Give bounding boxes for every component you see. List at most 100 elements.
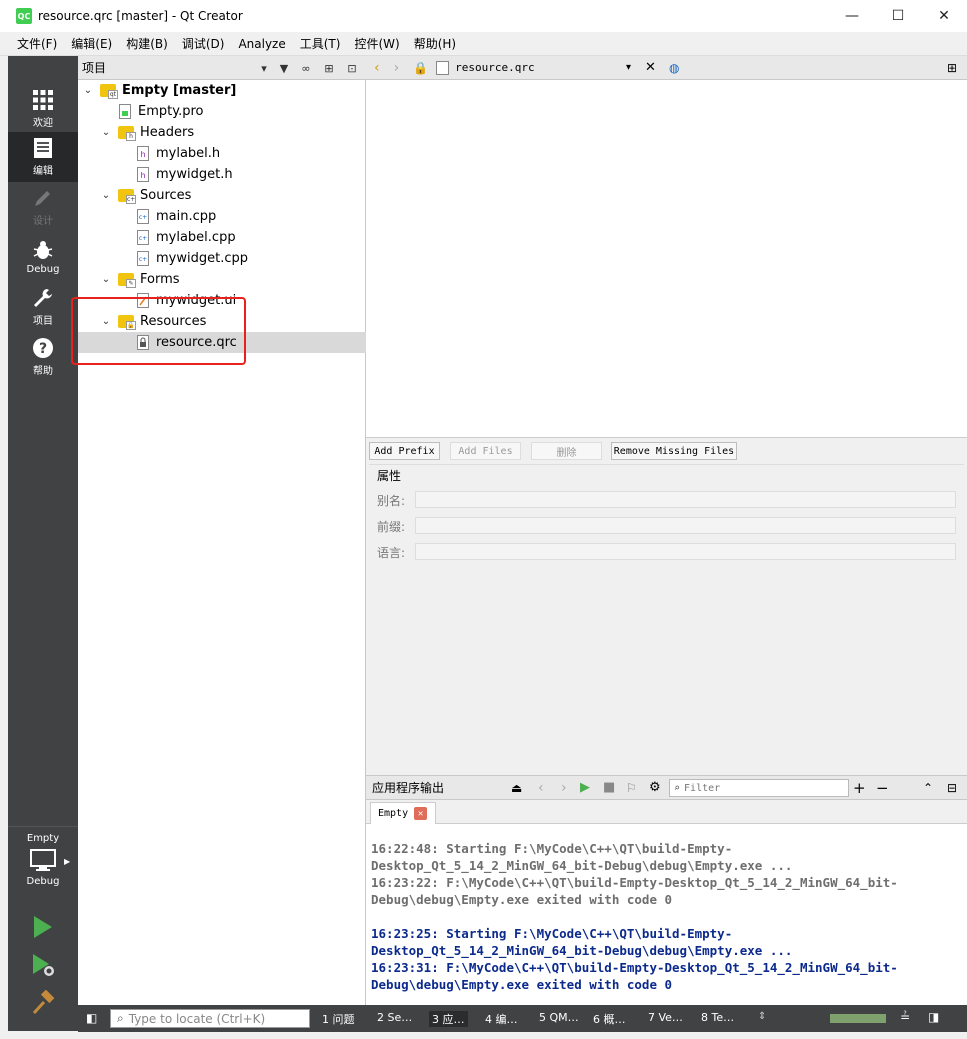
menu-help[interactable]: 帮助(H) (407, 32, 463, 56)
maximize-button[interactable]: ☐ (875, 0, 921, 32)
close-button[interactable]: ✕ (921, 0, 967, 32)
expand-arrow-icon[interactable]: ⌄ (82, 85, 94, 97)
progress-details-icon[interactable]: ≟ (900, 1010, 910, 1024)
document-icon (34, 138, 52, 158)
add-prefix-button[interactable]: Add Prefix (369, 442, 440, 460)
mode-design[interactable]: 设计 (8, 182, 78, 232)
status-tab-test[interactable]: 8 Te… (701, 1011, 734, 1024)
alias-field[interactable] (415, 491, 956, 508)
output-tab-empty[interactable]: Empty ✕ (370, 802, 436, 824)
toggle-sidebar-icon[interactable]: ◧ (86, 1011, 97, 1025)
tree-item-file[interactable]: mywidget.ui (78, 290, 366, 311)
tree-item-project[interactable]: ⌄ qt Empty [master] (78, 80, 366, 101)
stop-icon[interactable]: ■ (603, 780, 615, 795)
qrc-file-icon (136, 335, 150, 350)
tree-item-file[interactable]: c+ mywidget.cpp (78, 248, 366, 269)
document-selector[interactable]: resource.qrc (455, 61, 534, 74)
attach-icon[interactable]: ⏏ (511, 781, 522, 795)
add-files-button[interactable]: Add Files (450, 442, 521, 460)
mode-help[interactable]: ? 帮助 (8, 332, 78, 382)
mode-debug[interactable]: Debug (8, 232, 78, 282)
zoom-in-icon[interactable]: + (853, 779, 866, 797)
maximize-pane-icon[interactable]: ⌃ (923, 781, 933, 795)
link-icon[interactable]: ∞ (298, 60, 314, 76)
menu-file[interactable]: 文件(F) (10, 32, 64, 56)
tree-item-file[interactable]: h mylabel.h (78, 143, 366, 164)
language-field[interactable] (415, 543, 956, 560)
status-tab-qml[interactable]: 5 QM… (539, 1011, 579, 1024)
expand-arrow-icon[interactable]: ⌄ (100, 190, 112, 202)
more-tabs-icon[interactable]: ⇕ (758, 1011, 766, 1022)
menu-tools[interactable]: 工具(T) (293, 32, 348, 56)
locator-input[interactable]: ⌕ Type to locate (Ctrl+K) (110, 1009, 310, 1028)
output-filter-input[interactable]: ⌕ Filter (669, 779, 849, 797)
attach-debugger-icon[interactable]: ⚐ (626, 781, 637, 795)
close-tab-icon[interactable]: ✕ (414, 807, 428, 820)
prefix-field[interactable] (415, 517, 956, 534)
output-text[interactable]: 16:22:48: Starting F:\MyCode\C++\QT\buil… (366, 824, 967, 1005)
next-arrow-icon[interactable]: › (561, 780, 567, 796)
menu-analyze[interactable]: Analyze (231, 32, 292, 56)
dropdown-arrow-icon[interactable]: ▾ (626, 62, 631, 73)
rerun-icon[interactable]: ▶ (580, 780, 590, 795)
editor-area[interactable] (366, 80, 967, 438)
status-tab-issues[interactable]: 1 问题 (322, 1011, 355, 1027)
mode-label: 设计 (33, 216, 53, 227)
close-pane-icon[interactable]: ⊟ (947, 781, 957, 795)
expand-arrow-icon[interactable]: ⌄ (100, 274, 112, 286)
expand-arrow-icon[interactable]: ⌄ (100, 316, 112, 328)
prev-arrow-icon[interactable]: ‹ (538, 780, 544, 796)
close-document-icon[interactable]: ✕ (645, 60, 656, 75)
toggle-right-sidebar-icon[interactable]: ◨ (928, 1010, 939, 1024)
project-view-selector[interactable]: 项目 (82, 59, 106, 76)
tree-item-resources[interactable]: ⌄ 🔒 Resources (78, 311, 366, 332)
mode-projects[interactable]: 项目 (8, 282, 78, 332)
menu-build[interactable]: 构建(B) (119, 32, 175, 56)
debug-run-button[interactable] (30, 952, 56, 978)
tree-item-sources[interactable]: ⌄ c+ Sources (78, 185, 366, 206)
minimize-button[interactable]: — (829, 0, 875, 32)
language-label: 语言: (377, 546, 406, 560)
svg-text:c+: c+ (139, 256, 147, 263)
properties-group: 属性 别名: 前缀: 语言: (369, 464, 964, 570)
settings-gear-icon[interactable]: ⚙ (649, 780, 661, 795)
run-button[interactable] (30, 914, 56, 940)
mode-label: 编辑 (33, 166, 53, 177)
close-pane-icon[interactable]: ⊡ (344, 60, 360, 76)
status-tab-version[interactable]: 7 Ve… (648, 1011, 683, 1024)
menu-edit[interactable]: 编辑(E) (64, 32, 119, 56)
tree-item-file[interactable]: c+ mylabel.cpp (78, 227, 366, 248)
filter-icon[interactable]: ▼ (276, 60, 292, 76)
mode-welcome[interactable]: 欢迎 (8, 84, 78, 134)
tree-item-label: resource.qrc (156, 335, 237, 350)
menu-debug[interactable]: 调试(D) (175, 32, 232, 56)
zoom-out-icon[interactable]: − (876, 779, 889, 797)
status-tab-search[interactable]: 2 Se… (377, 1011, 412, 1024)
status-tab-compile[interactable]: 4 编… (485, 1011, 518, 1027)
output-tab-label: Empty (378, 808, 409, 819)
lock-icon: 🔒 (413, 60, 429, 75)
tree-item-file-selected[interactable]: resource.qrc (78, 332, 366, 353)
expand-arrow-icon[interactable]: ⌄ (100, 127, 112, 139)
dropdown-arrow-icon[interactable]: ▾ (256, 60, 272, 76)
split-icon[interactable]: ⊞ (947, 61, 957, 75)
output-pane-header: 应用程序输出 ⏏ ‹ › ▶ ■ ⚐ ⚙ ⌕ Filter + − ⌃ ⊟ (366, 775, 967, 800)
kit-selector[interactable]: Empty Debug ▶ (8, 826, 78, 906)
menu-controls[interactable]: 控件(W) (347, 32, 406, 56)
build-hammer-button[interactable] (30, 990, 56, 1016)
tree-item-forms[interactable]: ⌄ ✎ Forms (78, 269, 366, 290)
forward-arrow-icon[interactable]: › (394, 60, 400, 76)
delete-button[interactable]: 删除 (531, 442, 602, 460)
back-arrow-icon[interactable]: ‹ (374, 60, 380, 76)
locator-globe-icon[interactable]: ◍ (669, 61, 679, 75)
tree-item-file[interactable]: h mywidget.h (78, 164, 366, 185)
tree-item-file[interactable]: c+ main.cpp (78, 206, 366, 227)
status-tab-app-output[interactable]: 3 应… (429, 1011, 468, 1027)
tree-item-headers[interactable]: ⌄ h Headers (78, 122, 366, 143)
split-icon[interactable]: ⊞ (321, 60, 337, 76)
mode-edit[interactable]: 编辑 (8, 132, 78, 182)
status-tab-general[interactable]: 6 概… (593, 1011, 626, 1027)
tree-item-pro-file[interactable]: Empty.pro (78, 101, 366, 122)
project-tree[interactable]: ⌄ qt Empty [master] Empty.pro ⌄ h Header… (78, 80, 366, 1005)
remove-missing-files-button[interactable]: Remove Missing Files (611, 442, 737, 460)
